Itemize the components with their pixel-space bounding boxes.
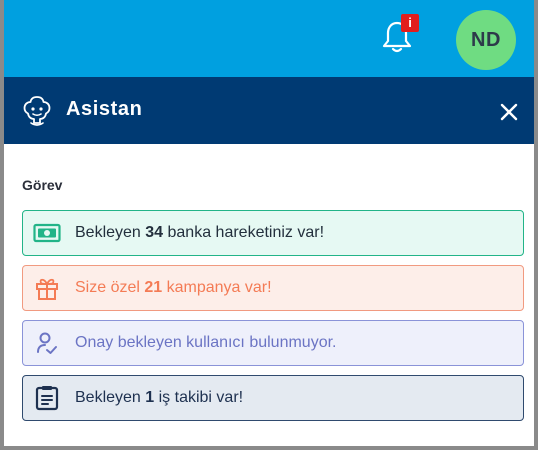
task-text: Bekleyen 34 banka hareketiniz var! xyxy=(75,224,325,241)
gift-icon xyxy=(33,274,61,302)
task-card-bank-transactions[interactable]: Bekleyen 34 banka hareketiniz var! xyxy=(22,210,524,256)
section-title: Görev xyxy=(22,177,63,193)
money-icon xyxy=(33,219,61,247)
notification-badge: i xyxy=(401,14,419,32)
task-text: Onay bekleyen kullanıcı bulunmuyor. xyxy=(75,334,337,351)
panel-header: Asistan xyxy=(4,77,534,144)
close-icon[interactable] xyxy=(498,101,520,123)
avatar[interactable]: ND xyxy=(456,10,516,70)
task-text: Size özel 21 kampanya var! xyxy=(75,279,272,296)
user-check-icon xyxy=(33,329,61,357)
task-card-work-tracking[interactable]: Bekleyen 1 iş takibi var! xyxy=(22,375,524,421)
task-text: Bekleyen 1 iş takibi var! xyxy=(75,389,244,406)
task-card-campaigns[interactable]: Size özel 21 kampanya var! xyxy=(22,265,524,311)
assistant-icon xyxy=(23,96,51,126)
clipboard-icon xyxy=(33,384,61,412)
panel-title: Asistan xyxy=(66,98,143,120)
assistant-window: i ND Asistan Görev Bekleyen 34 banka har… xyxy=(4,0,534,446)
top-bar: i ND xyxy=(4,0,534,77)
task-card-user-approval[interactable]: Onay bekleyen kullanıcı bulunmuyor. xyxy=(22,320,524,366)
